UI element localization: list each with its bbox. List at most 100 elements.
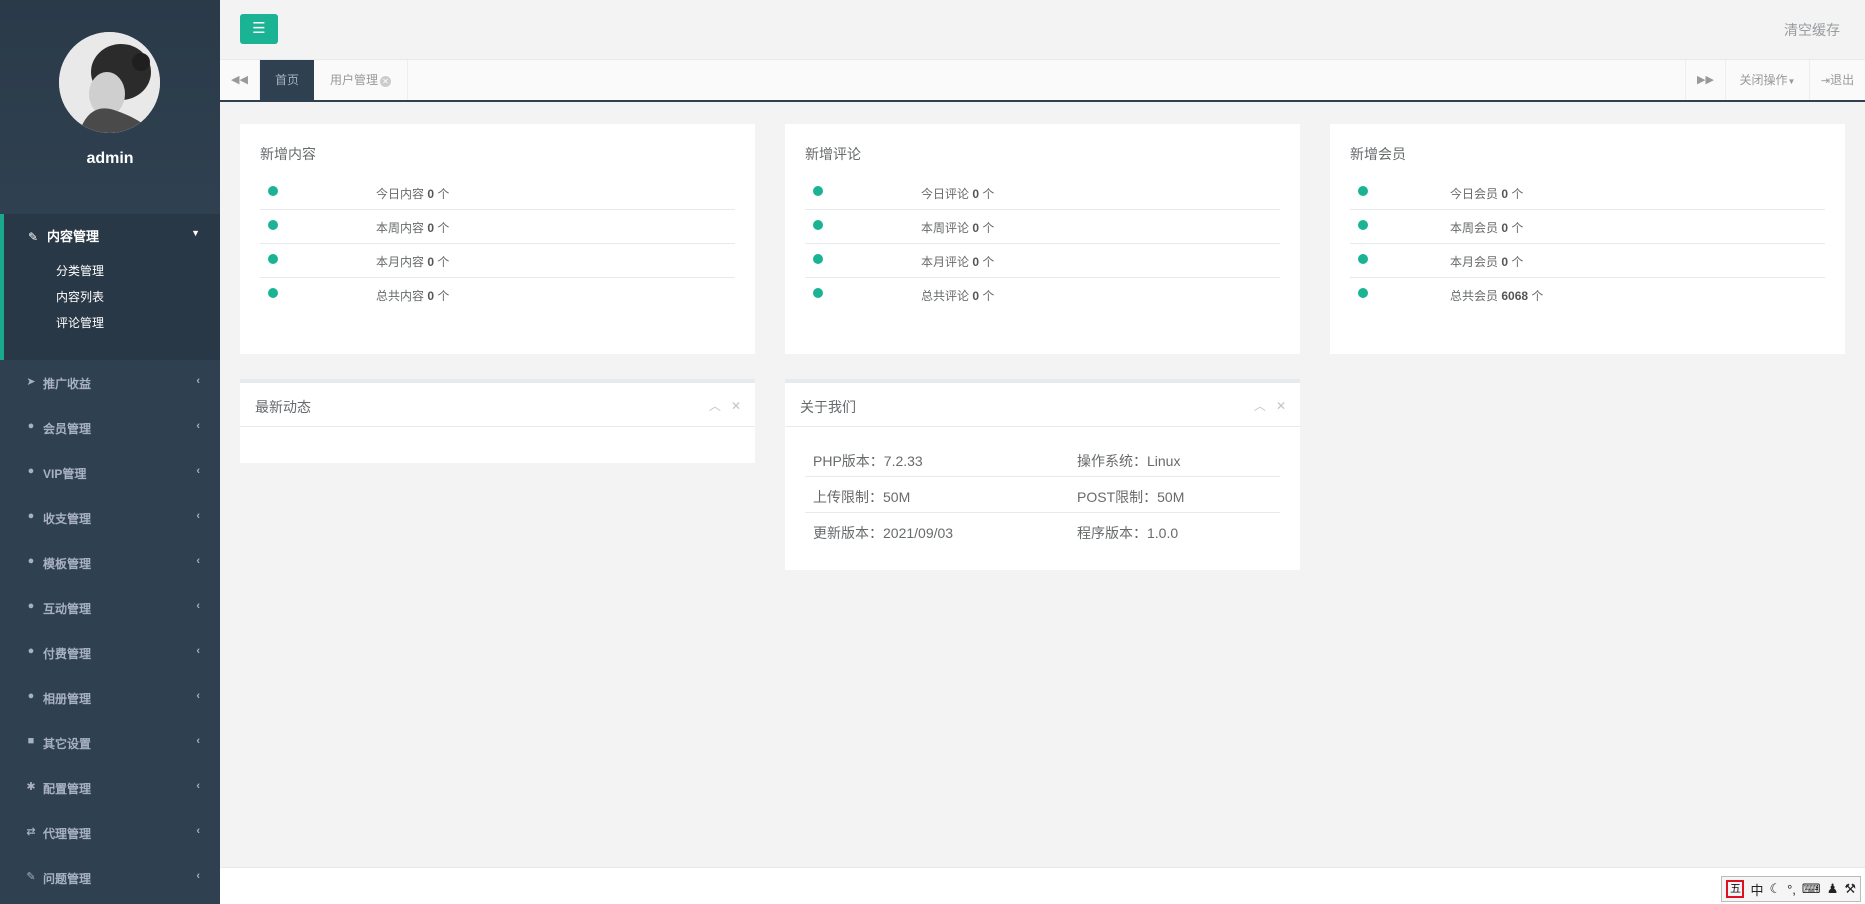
book-icon: ■: [27, 735, 35, 747]
avatar[interactable]: [59, 32, 160, 133]
user-icon: ●: [27, 600, 35, 612]
stat-card-content: 新增内容 今日内容 0 个 本周内容 0 个 本月内容 0 个 总共内容 0 个: [240, 124, 755, 354]
sidebar-item-interaction[interactable]: ● 互动管理 ‹: [0, 586, 220, 631]
stat-value: 0: [427, 221, 435, 235]
ime-language-toggle[interactable]: 中: [1750, 880, 1763, 899]
chevron-left-icon: ‹: [196, 690, 200, 702]
paper-plane-icon: ➤: [26, 376, 36, 388]
stat-unit: 个: [982, 221, 995, 235]
moon-icon[interactable]: ☾: [1769, 881, 1781, 897]
chevron-left-icon: ‹: [196, 735, 200, 747]
backward-icon: ◀◀: [231, 74, 248, 86]
user-icon: ●: [27, 465, 35, 477]
sidebar-subitem-content-list[interactable]: 内容列表: [56, 288, 104, 305]
punctuation-icon[interactable]: °,: [1787, 882, 1796, 897]
stat-row: 今日内容 0 个: [260, 176, 735, 210]
stat-row: 本周评论 0 个: [805, 210, 1280, 244]
info-left: 更新版本：2021/09/03: [813, 525, 954, 541]
info-right: POST限制：50M: [1077, 489, 1185, 505]
tab-home[interactable]: 首页: [260, 60, 314, 100]
sidebar-item-content-management[interactable]: ✎ 内容管理 ▼ 分类管理 内容列表 评论管理: [0, 214, 220, 360]
sidebar-item-config[interactable]: ✱ 配置管理 ‹: [0, 766, 220, 811]
user-icon: ●: [27, 510, 35, 522]
user-icon[interactable]: ♟: [1827, 881, 1839, 897]
stat-label: 总共会员: [1450, 289, 1499, 303]
top-header: ☰ 清空缓存: [220, 0, 1865, 60]
ime-mode-icon[interactable]: 五: [1726, 880, 1745, 898]
clear-cache-link[interactable]: 清空缓存: [1784, 20, 1840, 40]
about-us-panel: 关于我们 ︿ ✕ PHP版本：7.2.33 操作系统：Linux 上传限制：50M…: [785, 379, 1300, 570]
stat-label: 今日会员: [1450, 187, 1499, 201]
username[interactable]: admin: [0, 150, 220, 168]
sidebar-item-promotion[interactable]: ➤ 推广收益 ‹: [0, 361, 220, 406]
sidebar-item-label: 付费管理: [43, 647, 92, 661]
panel-header: 关于我们 ︿ ✕: [785, 383, 1300, 427]
sidebar-item-agent[interactable]: ⇄ 代理管理 ‹: [0, 811, 220, 856]
stat-unit: 个: [1511, 187, 1524, 201]
sign-out-icon: ⇥: [1820, 75, 1831, 87]
sidebar-item-members[interactable]: ● 会员管理 ‹: [0, 406, 220, 451]
close-icon[interactable]: ✕: [731, 399, 741, 413]
stat-row: 本周会员 0 个: [1350, 210, 1825, 244]
status-dot-icon: [1358, 186, 1368, 196]
chevron-up-icon[interactable]: ︿: [709, 399, 721, 413]
info-left: 上传限制：50M: [813, 489, 911, 505]
chevron-up-icon[interactable]: ︿: [1254, 399, 1266, 413]
sidebar-item-label: 收支管理: [43, 512, 92, 526]
sidebar-subitem-category[interactable]: 分类管理: [56, 262, 104, 279]
sidebar-item-finance[interactable]: ● 收支管理 ‹: [0, 496, 220, 541]
tab-user-management[interactable]: 用户管理 ✕: [314, 60, 408, 100]
stat-label: 本周会员: [1450, 221, 1499, 235]
stat-value: 0: [427, 289, 435, 303]
close-icon[interactable]: ✕: [1276, 399, 1286, 413]
menu-toggle-button[interactable]: ☰: [240, 14, 278, 44]
stat-row: 总共评论 0 个: [805, 278, 1280, 312]
page-tabs: ◀◀ 首页 用户管理 ✕ ▶▶ 关闭操作▼ ⇥退出: [220, 60, 1865, 102]
sidebar-item-label: 相册管理: [43, 692, 92, 706]
stat-card-comments: 新增评论 今日评论 0 个 本周评论 0 个 本月评论 0 个 总共评论 0 个: [785, 124, 1300, 354]
ime-toolbar: 五 中 ☾ °, ⌨ ♟ ⚒: [1721, 876, 1861, 902]
panel-title: 最新动态: [255, 399, 311, 415]
stat-label: 本周评论: [921, 221, 970, 235]
sidebar-item-album[interactable]: ● 相册管理 ‹: [0, 676, 220, 721]
status-dot-icon: [268, 288, 278, 298]
sidebar-item-label: 问题管理: [43, 872, 92, 886]
dropdown-label: 关闭操作: [1739, 73, 1788, 87]
close-tab-icon[interactable]: ✕: [380, 76, 392, 87]
sidebar-item-other-settings[interactable]: ■ 其它设置 ‹: [0, 721, 220, 766]
latest-activity-panel: 最新动态 ︿ ✕: [240, 379, 755, 463]
tabs-scroll-left-button[interactable]: ◀◀: [220, 60, 260, 100]
wrench-icon[interactable]: ⚒: [1844, 881, 1856, 897]
stat-value: 0: [972, 255, 980, 269]
info-left: PHP版本：7.2.33: [813, 453, 923, 469]
chevron-left-icon: ‹: [196, 645, 200, 657]
exchange-icon: ⇄: [26, 826, 36, 838]
info-right: 程序版本：1.0.0: [1077, 525, 1179, 541]
sidebar-item-questions[interactable]: ✎ 问题管理 ‹: [0, 856, 220, 901]
close-operations-dropdown[interactable]: 关闭操作▼: [1725, 60, 1809, 100]
chevron-left-icon: ‹: [196, 780, 200, 792]
sidebar-item-label: 内容管理: [47, 229, 100, 244]
logout-button[interactable]: ⇥退出: [1809, 60, 1865, 100]
sidebar-item-label: 互动管理: [43, 602, 92, 616]
sidebar-item-vip[interactable]: ● VIP管理 ‹: [0, 451, 220, 496]
stat-unit: 个: [982, 289, 995, 303]
stat-row: 今日会员 0 个: [1350, 176, 1825, 210]
edit-icon: ✎: [28, 230, 39, 244]
stat-unit: 个: [982, 187, 995, 201]
info-row: 更新版本：2021/09/03 程序版本：1.0.0: [805, 513, 1280, 549]
stat-row: 本月评论 0 个: [805, 244, 1280, 278]
sidebar-item-templates[interactable]: ● 模板管理 ‹: [0, 541, 220, 586]
stat-row: 总共会员 6068 个: [1350, 278, 1825, 312]
stat-label: 本月会员: [1450, 255, 1499, 269]
stat-row: 本周内容 0 个: [260, 210, 735, 244]
stat-label: 今日评论: [921, 187, 970, 201]
keyboard-icon[interactable]: ⌨: [1802, 881, 1821, 897]
status-dot-icon: [813, 220, 823, 230]
sidebar-item-label: 其它设置: [43, 737, 92, 751]
panel-title: 关于我们: [800, 399, 856, 415]
tabs-scroll-right-button[interactable]: ▶▶: [1685, 60, 1725, 100]
sidebar-item-payment[interactable]: ● 付费管理 ‹: [0, 631, 220, 676]
sidebar-subitem-comments[interactable]: 评论管理: [56, 314, 104, 331]
chevron-left-icon: ‹: [196, 375, 200, 387]
